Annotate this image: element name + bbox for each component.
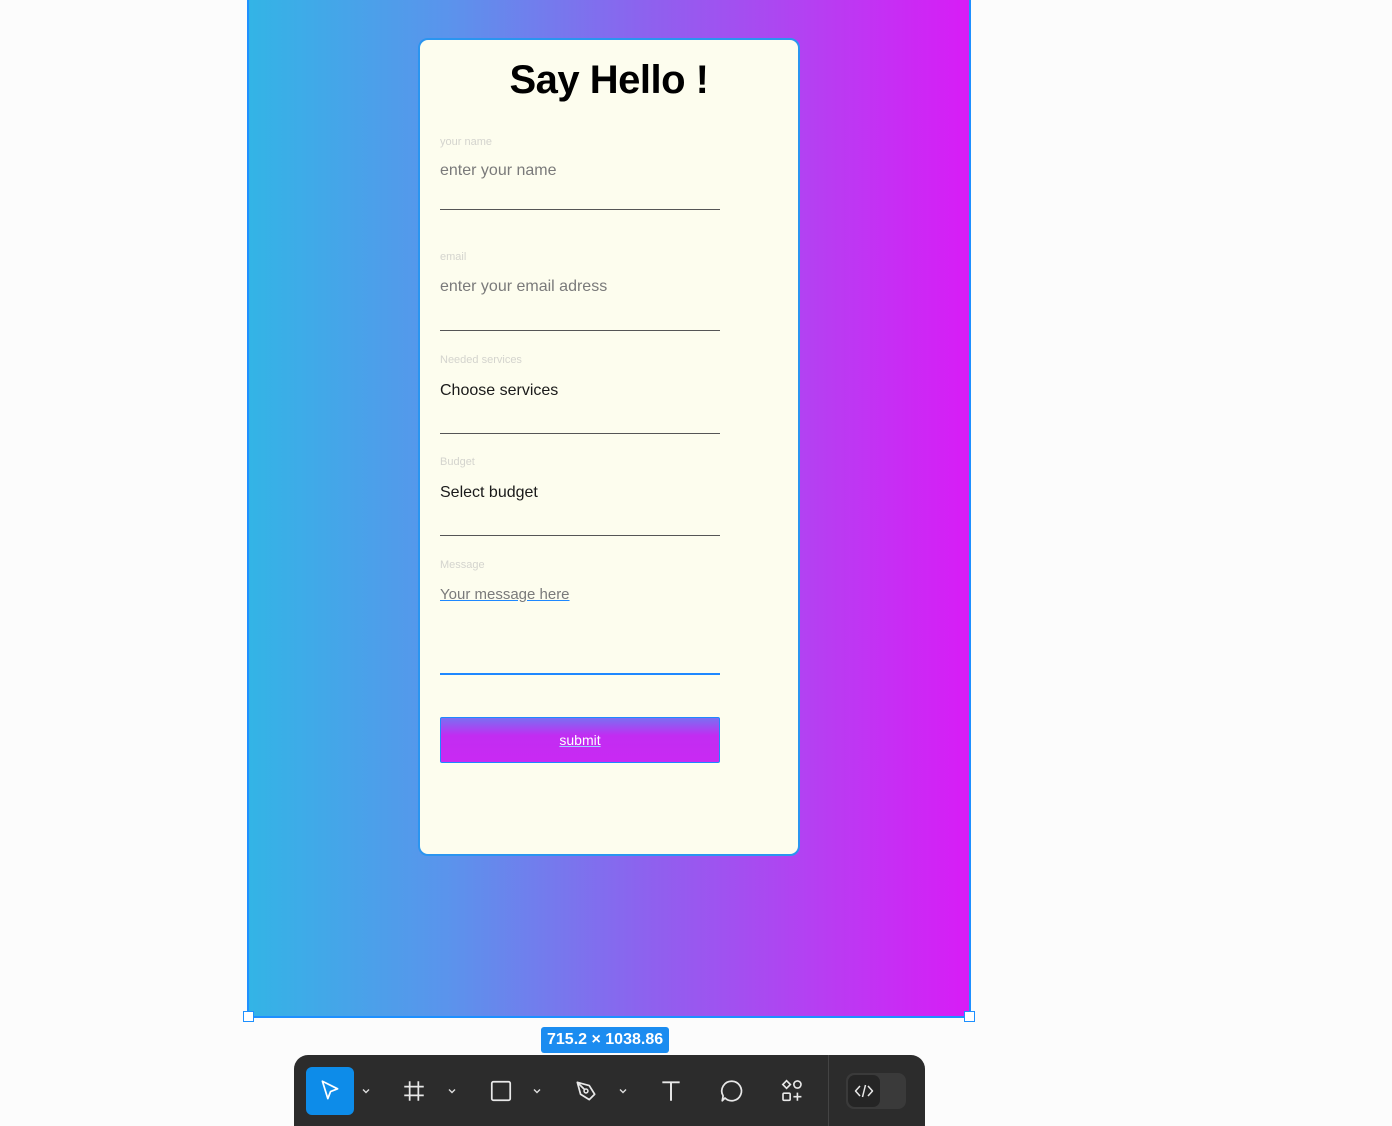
services-field-underline bbox=[440, 433, 720, 434]
email-field-underline bbox=[440, 330, 720, 331]
comment-tool-button[interactable] bbox=[712, 1073, 752, 1109]
message-textarea[interactable]: Your message here bbox=[440, 586, 570, 603]
code-icon bbox=[852, 1079, 876, 1103]
text-tool-button[interactable] bbox=[651, 1073, 691, 1109]
email-field-label: email bbox=[440, 251, 467, 263]
shape-tool-chevron-down-icon[interactable] bbox=[531, 1085, 543, 1097]
resize-handle-bottom-right[interactable] bbox=[964, 1011, 975, 1022]
move-tool-button[interactable] bbox=[306, 1067, 354, 1115]
name-field-label: your name bbox=[440, 136, 492, 148]
cursor-icon bbox=[317, 1078, 343, 1104]
name-field[interactable]: enter your name bbox=[440, 162, 557, 180]
toggle-knob bbox=[848, 1075, 880, 1107]
toolbar-divider bbox=[828, 1055, 829, 1126]
services-select[interactable]: Choose services bbox=[440, 382, 558, 400]
frame-icon bbox=[401, 1078, 427, 1104]
pen-tool-button[interactable] bbox=[566, 1073, 606, 1109]
comment-icon bbox=[719, 1078, 745, 1104]
resize-handle-bottom-left[interactable] bbox=[243, 1011, 254, 1022]
form-title: Say Hello ! bbox=[509, 58, 709, 102]
dimensions-badge: 715.2 × 1038.86 bbox=[541, 1027, 670, 1053]
message-field-label: Message bbox=[440, 559, 485, 571]
design-canvas[interactable]: Say Hello ! your name enter your name em… bbox=[0, 0, 1392, 1126]
contact-frame[interactable]: Say Hello ! your name enter your name em… bbox=[249, 0, 969, 1016]
submit-button-label: submit bbox=[559, 732, 601, 748]
email-field[interactable]: enter your email adress bbox=[440, 278, 607, 296]
frame-tool-button[interactable] bbox=[394, 1073, 434, 1109]
message-field-underline bbox=[440, 673, 720, 675]
rectangle-icon bbox=[488, 1078, 514, 1104]
form-card[interactable]: Say Hello ! your name enter your name em… bbox=[418, 38, 800, 856]
frame-tool-chevron-down-icon[interactable] bbox=[446, 1085, 458, 1097]
name-field-underline bbox=[440, 209, 720, 210]
dev-mode-toggle[interactable] bbox=[846, 1073, 906, 1109]
budget-select[interactable]: Select budget bbox=[440, 484, 538, 502]
move-tool-chevron-down-icon[interactable] bbox=[360, 1085, 372, 1097]
budget-field-label: Budget bbox=[440, 456, 475, 468]
bottom-toolbar bbox=[294, 1055, 925, 1126]
components-icon bbox=[779, 1078, 805, 1104]
pen-icon bbox=[573, 1078, 599, 1104]
services-field-label: Needed services bbox=[440, 354, 522, 366]
text-icon bbox=[658, 1078, 684, 1104]
pen-tool-chevron-down-icon[interactable] bbox=[617, 1085, 629, 1097]
shape-tool-button[interactable] bbox=[481, 1073, 521, 1109]
actions-tool-button[interactable] bbox=[772, 1073, 812, 1109]
submit-button[interactable]: submit bbox=[440, 717, 720, 763]
budget-field-underline bbox=[440, 535, 720, 536]
